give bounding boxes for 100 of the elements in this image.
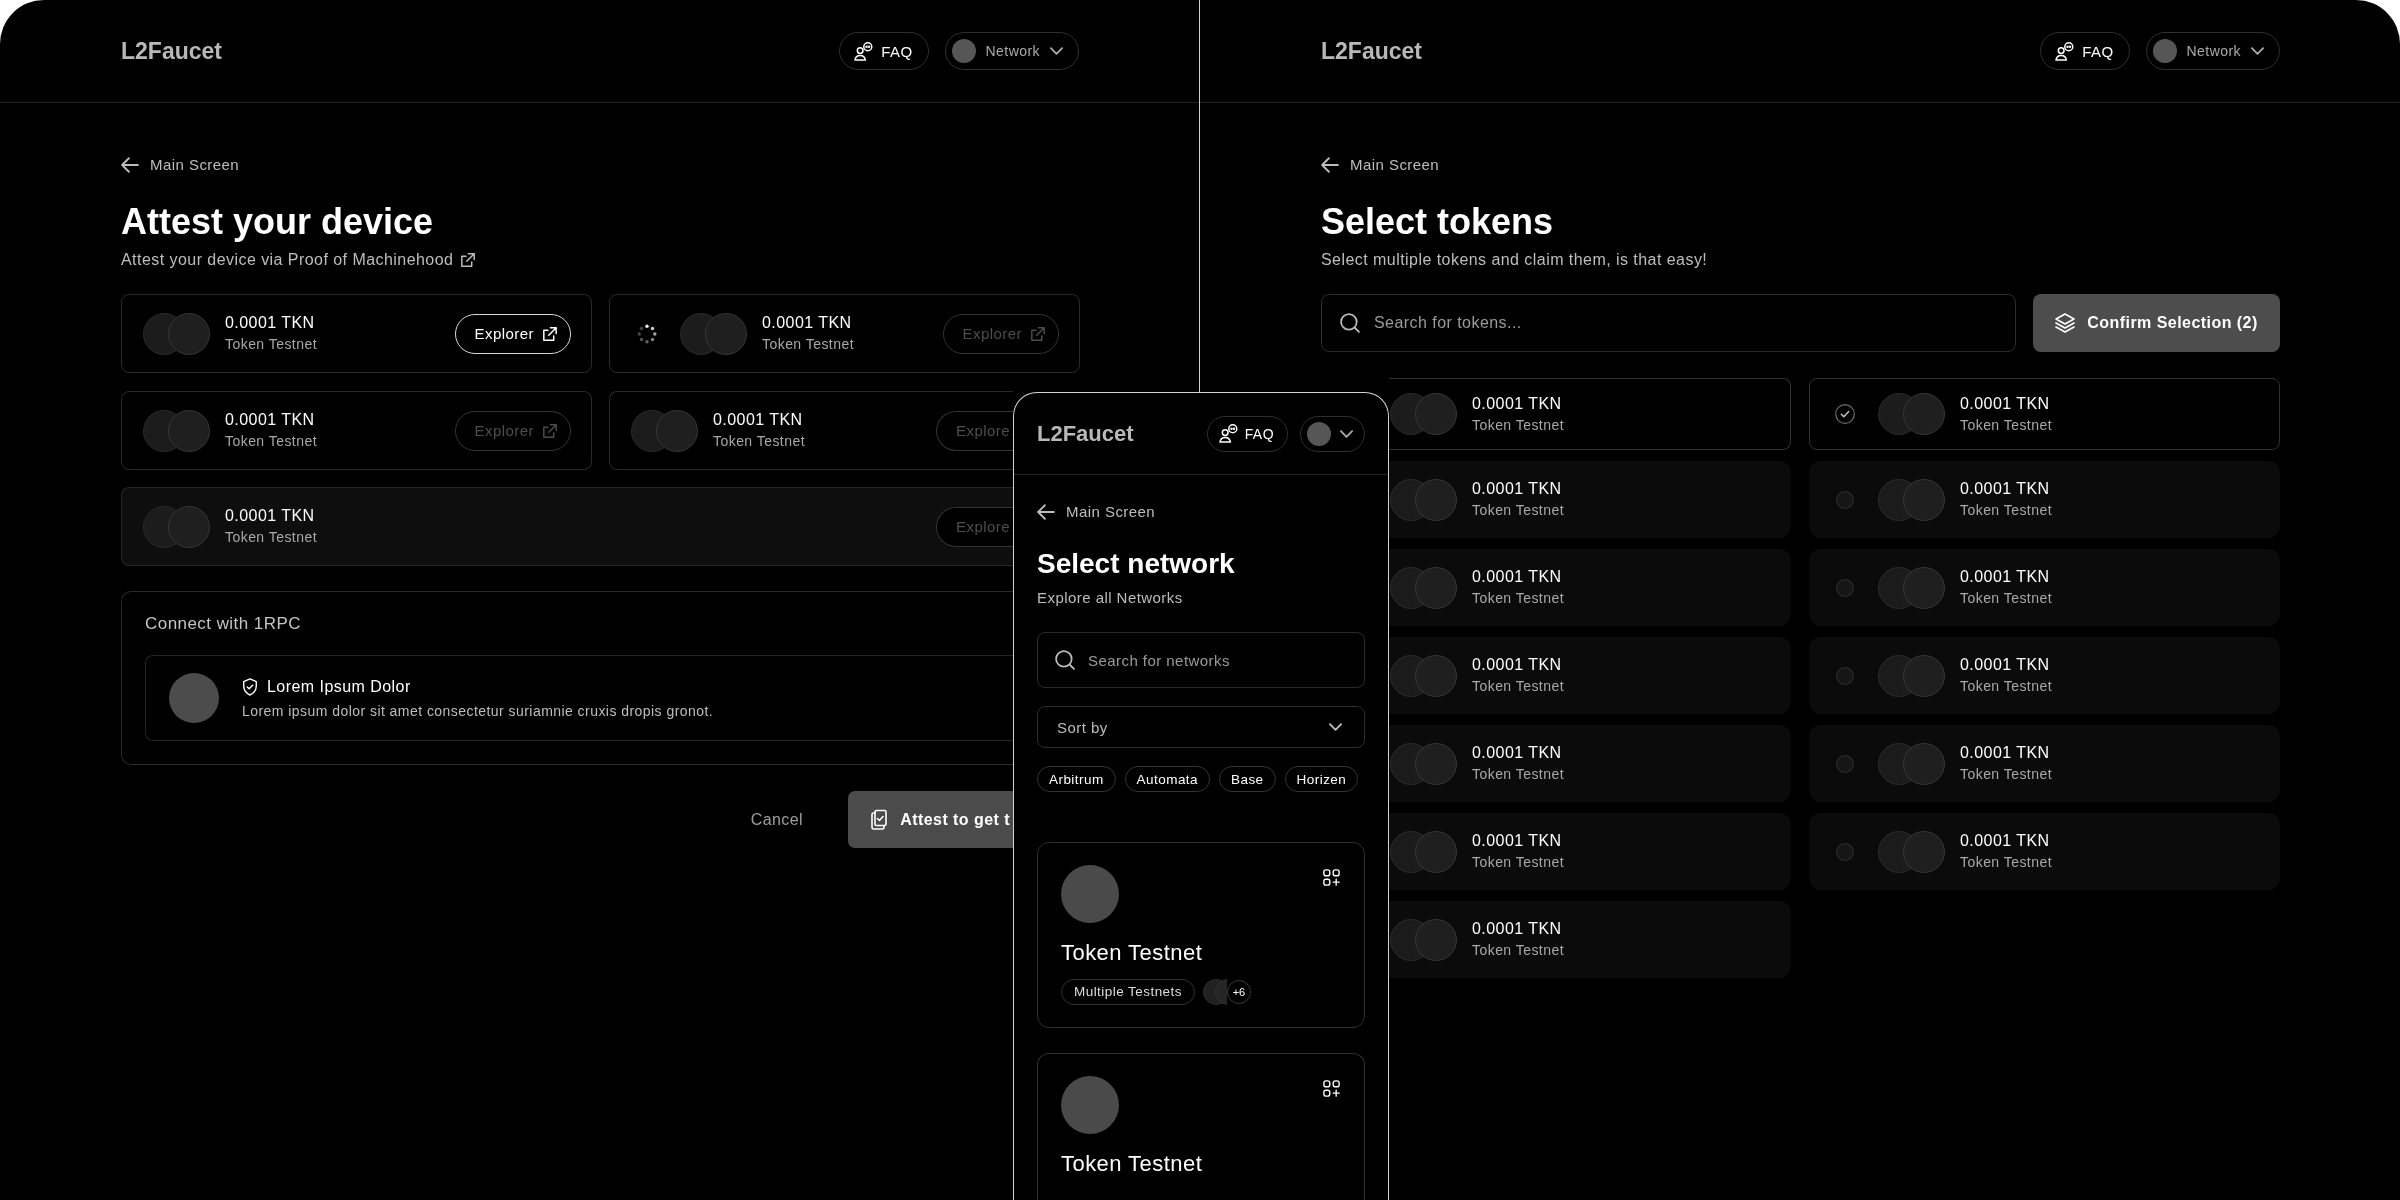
token-network: Token Testnet [1472, 589, 1564, 608]
chevron-down-icon [1340, 429, 1353, 438]
back-link[interactable]: Main Screen [1037, 502, 1156, 522]
token-card[interactable]: 0.0001 TKN Token Testnet [1809, 378, 2280, 450]
network-card[interactable]: Token Testnet Multiple Testnets +6 [1037, 842, 1365, 1028]
arrow-left-icon [121, 157, 139, 173]
search-input[interactable]: Search for networks [1088, 633, 1348, 687]
page-subtitle: Attest your device via Proof of Machinehood [121, 250, 454, 270]
token-card[interactable]: 0.0001 TKN Token Testnet [1389, 637, 1791, 714]
avatar-icon [951, 39, 976, 63]
token-pair-icon [1878, 654, 1945, 697]
token-amount: 0.0001 TKN [1472, 743, 1562, 763]
network-card[interactable]: Token Testnet [1037, 1053, 1365, 1200]
token-amount: 0.0001 TKN [1960, 479, 2050, 499]
token-amount: 0.0001 TKN [1960, 567, 2050, 587]
filter-chip[interactable]: Arbitrum [1037, 766, 1116, 792]
token-pair-icon [1390, 918, 1457, 961]
filter-chip[interactable]: Horizen [1284, 766, 1359, 792]
person-chat-icon [854, 41, 874, 61]
token-card[interactable]: 0.0001 TKN Token Testnet [1389, 901, 1791, 978]
token-amount: 0.0001 TKN [1472, 393, 1562, 414]
layers-icon [2055, 313, 2076, 333]
network-button[interactable]: Network [944, 32, 1079, 70]
token-card[interactable]: 0.0001 TKN Token Testnet [1389, 813, 1791, 890]
filter-chip[interactable]: Automata [1124, 766, 1210, 792]
checkbox[interactable] [1836, 578, 1854, 597]
external-link-icon [543, 326, 557, 341]
token-pair-icon [680, 312, 747, 355]
token-card[interactable]: 0.0001 TKN Token Testnet [1389, 725, 1791, 802]
token-network: Token Testnet [1472, 415, 1564, 435]
connect-title: Connect with 1RPC [145, 613, 301, 635]
token-network: Token Testnet [225, 528, 317, 547]
filter-chip[interactable]: Base [1219, 766, 1276, 792]
token-card[interactable]: 0.0001 TKN Token Testnet [1809, 813, 2280, 890]
token-network: Token Testnet [1960, 677, 2052, 696]
search-icon [1340, 313, 1360, 333]
cancel-button[interactable]: Cancel [750, 810, 804, 829]
token-pair-icon [1390, 393, 1457, 435]
provider-card[interactable]: Lorem Ipsum Dolor Lorem ipsum dolor sit amet consectetur suriamnie cruxis dropis gronot. [145, 655, 1013, 741]
network-name: Token Testnet [1061, 939, 1203, 967]
faq-button[interactable]: FAQ [839, 32, 929, 70]
attest-button[interactable]: Attest to get t [848, 791, 1013, 848]
faq-button[interactable]: FAQ [1206, 415, 1288, 452]
network-button[interactable] [1300, 415, 1365, 452]
explorer-button[interactable]: Explorer [454, 313, 571, 354]
token-network: Token Testnet [1960, 501, 2052, 520]
search-field[interactable]: Search for networks [1037, 632, 1365, 688]
logo-text: L2Faucet [1321, 37, 1422, 65]
checkbox[interactable] [1836, 666, 1854, 685]
token-network: Token Testnet [1472, 765, 1564, 784]
token-network: Token Testnet [713, 432, 805, 451]
token-pair-icon [1390, 654, 1457, 697]
token-network: Token Testnet [1472, 853, 1564, 872]
token-card[interactable]: 0.0001 TKN Token Testnet [1389, 461, 1791, 538]
token-amount: 0.0001 TKN [1472, 479, 1562, 499]
back-link[interactable]: Main Screen [121, 155, 240, 175]
grid-plus-icon[interactable] [1323, 869, 1340, 886]
clipboard-check-icon [870, 808, 889, 831]
token-pair-icon [1878, 393, 1945, 435]
avatar-icon [169, 673, 219, 723]
token-pair-icon [143, 505, 210, 548]
token-card[interactable]: 0.0001 TKN Token Testnet [1389, 378, 1791, 450]
network-name: Token Testnet [1061, 1150, 1203, 1178]
chevron-down-icon [2251, 47, 2264, 55]
token-network: Token Testnet [1472, 677, 1564, 696]
token-amount: 0.0001 TKN [1472, 919, 1562, 939]
chevron-down-icon [1329, 723, 1342, 731]
more-count-badge: +6 [1226, 980, 1251, 1004]
page-subtitle: Select multiple tokens and claim them, is that easy! [1321, 250, 1708, 270]
token-card[interactable]: 0.0001 TKN Token Testnet [1809, 549, 2280, 626]
logo-text: L2Faucet [121, 37, 222, 65]
grid-plus-icon[interactable] [1323, 1080, 1340, 1097]
token-amount: 0.0001 TKN [1960, 743, 2050, 763]
shield-check-icon [242, 677, 258, 696]
person-chat-icon [1218, 424, 1238, 443]
token-amount: 0.0001 TKN [225, 506, 315, 526]
token-card[interactable]: 0.0001 TKN Token Testnet [1809, 637, 2280, 714]
checkbox[interactable] [1836, 754, 1854, 773]
token-pair-icon [1390, 478, 1457, 521]
token-card[interactable]: 0.0001 TKN Token Testnet [1809, 461, 2280, 538]
external-link-icon [461, 253, 476, 267]
network-button[interactable]: Network [2145, 32, 2280, 70]
arrow-left-icon [1037, 504, 1055, 520]
token-pair-icon [1390, 566, 1457, 609]
token-network: Token Testnet [1472, 941, 1564, 960]
checkbox[interactable] [1835, 404, 1855, 424]
sort-dropdown[interactable]: Sort by [1037, 706, 1365, 748]
token-card[interactable]: 0.0001 TKN Token Testnet [1389, 549, 1791, 626]
faq-button[interactable]: FAQ [2040, 32, 2130, 70]
token-card[interactable]: 0.0001 TKN Token Testnet [1809, 725, 2280, 802]
search-icon [1055, 650, 1075, 670]
token-network: Token Testnet [225, 432, 317, 451]
checkbox[interactable] [1836, 490, 1854, 509]
chevron-down-icon [1050, 47, 1063, 55]
page-title: Select network [1037, 547, 1235, 581]
page-title: Select tokens [1321, 200, 1554, 244]
checkbox[interactable] [1836, 842, 1854, 861]
confirm-selection-button[interactable]: Confirm Selection (2) [2033, 294, 2280, 352]
arrow-left-icon [1321, 157, 1339, 173]
back-link[interactable]: Main Screen [1321, 155, 1440, 175]
